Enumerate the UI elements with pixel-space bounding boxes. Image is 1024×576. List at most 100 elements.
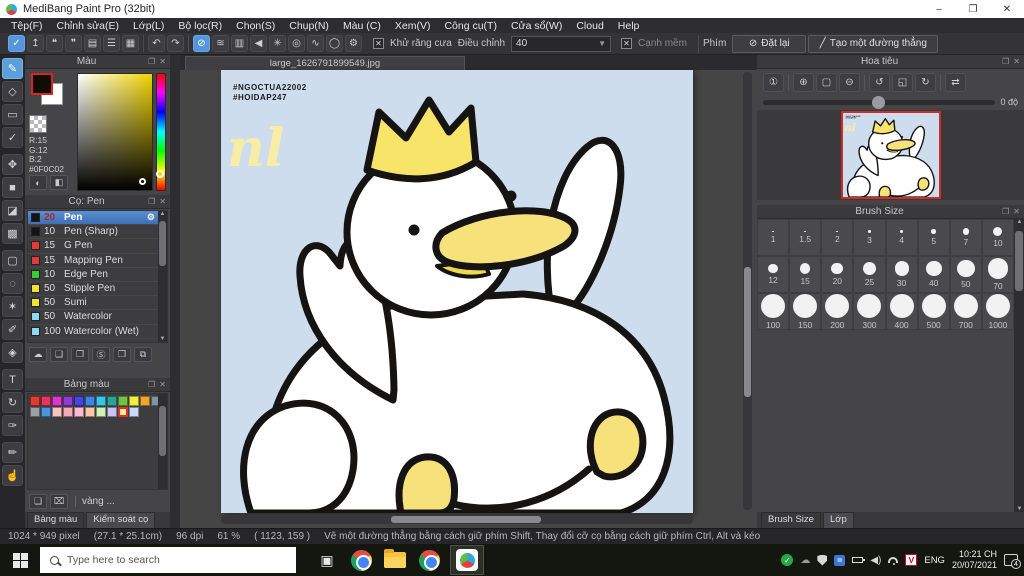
brush-size-option[interactable]: 10 (981, 219, 1014, 256)
tab-palette[interactable]: Bảng màu (27, 512, 85, 528)
undo-icon[interactable]: ↶ (148, 35, 165, 52)
palette-swatch[interactable] (63, 396, 73, 406)
rotation-slider[interactable] (763, 95, 996, 109)
brush-size-option[interactable]: 40 (917, 256, 950, 293)
brush-item[interactable]: 100 Watercolor (Wet) (28, 325, 167, 339)
brush-size-option[interactable]: 7 (949, 219, 982, 256)
palette-swatch[interactable] (140, 396, 150, 406)
brush-size-option[interactable]: 4 (885, 219, 918, 256)
select-tool[interactable]: ▢ (2, 250, 23, 271)
flip-horizontal-icon[interactable]: ⇄ (945, 73, 966, 92)
close-icon[interactable]: ✕ (1013, 57, 1020, 66)
popout-icon[interactable]: ❐ (148, 57, 155, 66)
language-indicator[interactable]: ENG (924, 555, 945, 566)
navigator-viewport-rect[interactable] (840, 111, 941, 199)
zoom-actual-icon[interactable]: ① (763, 73, 784, 92)
cloud-tray-icon[interactable]: ☁ (800, 555, 810, 566)
triangle-icon[interactable]: ◀ (250, 35, 267, 52)
saturation-value-picker[interactable] (77, 73, 153, 191)
brush-size-option[interactable]: 25 (853, 256, 886, 293)
palette-swatch[interactable] (85, 407, 95, 417)
hue-slider[interactable] (156, 73, 166, 191)
palette-swatch[interactable] (107, 396, 117, 406)
palette-swatch[interactable] (52, 407, 62, 417)
menu-item-4[interactable]: Chọn(S) (229, 20, 282, 32)
popout-icon[interactable]: ❐ (148, 380, 155, 389)
menu-item-7[interactable]: Xem(V) (388, 20, 438, 32)
brush-size-option[interactable]: 2 (821, 219, 854, 256)
brush-size-option[interactable]: 5 (917, 219, 950, 256)
brush-size-option[interactable]: 700 (949, 293, 982, 330)
move-tool[interactable]: ✥ (2, 154, 23, 175)
color-set-icon[interactable]: ◧ (50, 175, 68, 190)
concentric-icon[interactable]: ◎ (288, 35, 305, 52)
brush-size-option[interactable]: 400 (885, 293, 918, 330)
transform-tool[interactable]: ↻ (2, 392, 23, 413)
grid-lines-icon[interactable]: ▥ (231, 35, 248, 52)
unikey-icon[interactable]: V (905, 554, 918, 566)
draw-line-button[interactable]: ╱ Tạo một đường thẳng (808, 34, 939, 53)
hue-marker[interactable] (156, 170, 164, 179)
vertical-scrollbar[interactable] (743, 72, 752, 510)
popout-icon[interactable]: ❐ (1002, 207, 1009, 216)
speaker-icon[interactable]: ◀) (870, 555, 881, 566)
menu-item-6[interactable]: Màu (C) (336, 20, 388, 32)
document-icon[interactable]: ▤ (84, 35, 101, 52)
menu-item-1[interactable]: Chỉnh sửa(E) (50, 20, 126, 32)
brush-size-option[interactable]: 1000 (981, 293, 1014, 330)
horizontal-scrollbar[interactable] (221, 515, 693, 524)
clock[interactable]: 10:21 CH 20/07/2021 (952, 549, 997, 571)
delete-color-icon[interactable]: ⌧ (50, 494, 68, 509)
brush-size-option[interactable]: 500 (917, 293, 950, 330)
text-tool[interactable]: T (2, 369, 23, 390)
brush-size-option[interactable]: 1 (757, 219, 790, 256)
palette-swatch[interactable] (129, 396, 139, 406)
add-image-brush-icon[interactable]: ❐ (71, 347, 89, 362)
brush-item[interactable]: 10 Pen (Sharp) (28, 225, 167, 240)
lasso-tool[interactable]: ◌ (2, 273, 23, 294)
wifi-icon[interactable] (888, 557, 899, 565)
brush-item[interactable]: 10 Edge Pen (28, 268, 167, 282)
brush-size-option[interactable]: 3 (853, 219, 886, 256)
close-icon[interactable]: ✕ (1013, 207, 1020, 216)
brush-size-option[interactable]: 15 (789, 256, 822, 293)
cloud-download-icon[interactable]: ☁ (29, 347, 47, 362)
brush-size-option[interactable]: 20 (821, 256, 854, 293)
menu-item-2[interactable]: Lớp(L) (126, 20, 171, 32)
brush-size-option[interactable]: 150 (789, 293, 822, 330)
select-eraser-tool[interactable]: ◈ (2, 342, 23, 363)
fit-screen-icon[interactable]: ▢ (816, 73, 837, 92)
palette-swatch[interactable] (129, 407, 139, 417)
palette-swatch[interactable] (96, 407, 106, 417)
snap-tool[interactable]: ✓ (2, 127, 23, 148)
parallel-lines-icon[interactable]: ≋ (212, 35, 229, 52)
brush-size-option[interactable]: 100 (757, 293, 790, 330)
drawing-canvas[interactable]: #NGOCTUA22002 #HOIDAP247 nl (221, 70, 693, 517)
brush-tool[interactable]: ✎ (2, 58, 23, 79)
task-view-button[interactable]: ▣ (310, 544, 344, 576)
menu-item-11[interactable]: Help (611, 20, 647, 32)
circle-icon[interactable]: ◯ (326, 35, 343, 52)
new-color-icon[interactable]: ❏ (29, 494, 47, 509)
close-icon[interactable]: ✕ (159, 197, 166, 206)
duplicate-icon[interactable]: ⧉ (134, 347, 152, 362)
magic-wand-tool[interactable]: ✶ (2, 296, 23, 317)
brush-item[interactable]: 20 Pen ⚙ (28, 211, 167, 226)
panel-divider[interactable] (170, 55, 180, 528)
list-settings-icon[interactable]: ☰ (103, 35, 120, 52)
gradient-tool[interactable]: ▩ (2, 223, 23, 244)
palette-swatch[interactable] (41, 396, 51, 406)
menu-item-10[interactable]: Cloud (569, 20, 610, 32)
brush-item[interactable]: 15 G Pen (28, 239, 167, 254)
upload-icon[interactable]: ↥ (27, 35, 44, 52)
file-explorer-taskbar-icon[interactable] (378, 544, 412, 576)
tab-brush-control[interactable]: Kiểm soát cọ (86, 512, 156, 528)
rotate-ccw-icon[interactable]: ↺ (869, 73, 890, 92)
brush-size-option[interactable]: 300 (853, 293, 886, 330)
radial-icon[interactable]: ✳ (269, 35, 286, 52)
script-brush-icon[interactable]: Ⓢ (92, 347, 110, 362)
color-wheel-icon[interactable]: ◐ (29, 175, 47, 190)
palette-swatch[interactable] (107, 407, 117, 417)
comment-icon[interactable]: ❝ (46, 35, 63, 52)
folder-icon[interactable]: ❒ (113, 347, 131, 362)
